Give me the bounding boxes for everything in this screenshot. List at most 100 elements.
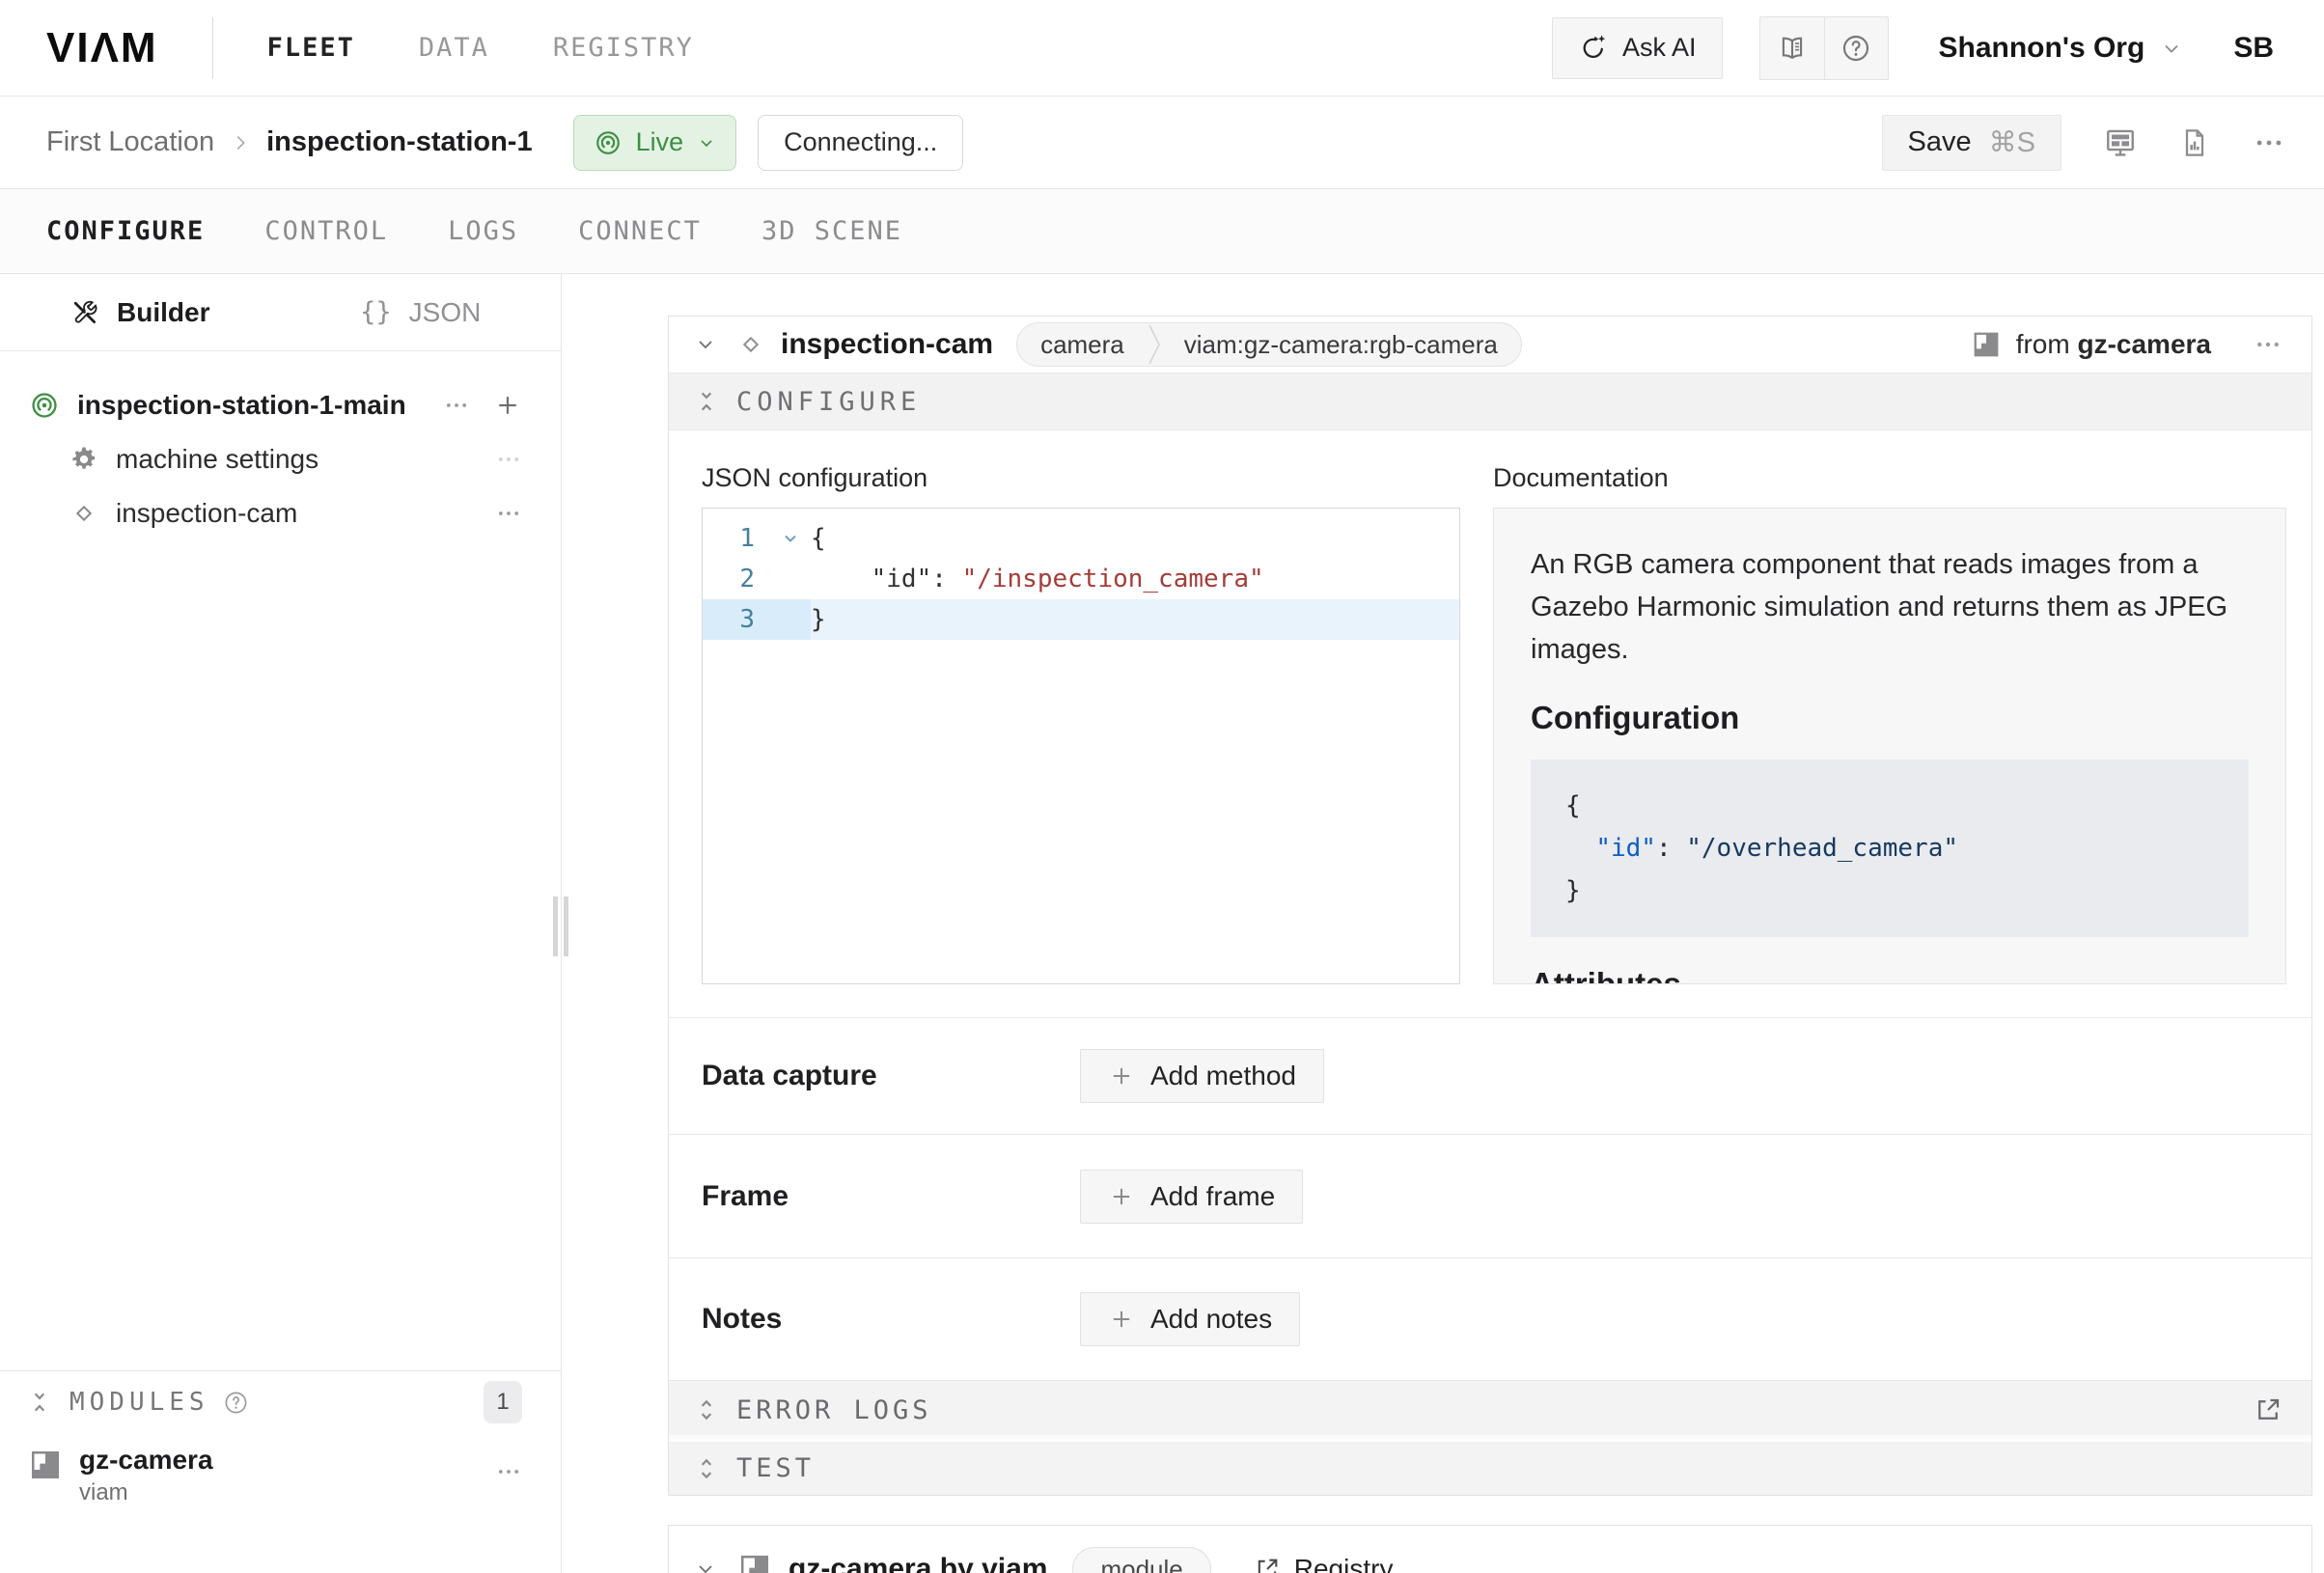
org-switcher[interactable]: Shannon's Org bbox=[1939, 32, 2184, 65]
data-capture-row: Data capture Add method bbox=[669, 1017, 2311, 1134]
machine-status-dropdown[interactable]: Live bbox=[573, 115, 737, 171]
plus-icon bbox=[1108, 1183, 1135, 1210]
tree-item-inspection-cam[interactable]: inspection-cam bbox=[0, 486, 561, 540]
json-mode-button[interactable]: {} JSON bbox=[281, 274, 562, 350]
tree-item-machine-settings[interactable]: machine settings bbox=[0, 432, 561, 486]
frame-label: Frame bbox=[702, 1180, 1080, 1213]
machine-bar: First Location inspection-station-1 Live… bbox=[0, 97, 2324, 189]
ask-ai-icon bbox=[1578, 33, 1609, 64]
from-module-name: gz-camera bbox=[2077, 329, 2211, 359]
tools-icon bbox=[70, 298, 99, 327]
machine-dashboard-button[interactable] bbox=[2104, 126, 2137, 159]
data-capture-label: Data capture bbox=[702, 1060, 1080, 1092]
tab-configure[interactable]: CONFIGURE bbox=[46, 216, 205, 246]
component-card-inspection-cam: inspection-cam camera viam:gz-camera:rgb… bbox=[668, 316, 2312, 1496]
machine-more-menu[interactable] bbox=[2253, 126, 2285, 159]
component-more-menu[interactable] bbox=[2254, 330, 2282, 359]
machine-settings-more-menu[interactable] bbox=[495, 446, 522, 473]
help-button-group bbox=[1759, 16, 1889, 80]
error-logs-section-header[interactable]: ERROR LOGS bbox=[669, 1380, 2311, 1439]
org-name: Shannon's Org bbox=[1939, 32, 2145, 65]
modules-section: MODULES 1 gz-camera viam bbox=[0, 1370, 561, 1573]
tab-logs[interactable]: LOGS bbox=[448, 216, 518, 246]
json-editor[interactable]: 1 { 2 "id": "/inspection_camera" bbox=[702, 508, 1460, 984]
open-logs-external-icon[interactable] bbox=[2254, 1395, 2282, 1424]
add-frame-button[interactable]: Add frame bbox=[1080, 1170, 1303, 1224]
collapse-icon bbox=[27, 1390, 52, 1415]
sidebar-resize-handle[interactable] bbox=[553, 897, 568, 956]
gear-icon bbox=[69, 445, 98, 474]
builder-mode-button[interactable]: Builder bbox=[0, 274, 281, 350]
module-icon bbox=[29, 1449, 62, 1481]
component-name: inspection-cam bbox=[781, 328, 993, 361]
breadcrumb-location[interactable]: First Location bbox=[46, 126, 214, 158]
module-badge: module bbox=[1072, 1547, 1210, 1573]
file-chart-icon bbox=[2179, 127, 2210, 158]
pill-separator-icon bbox=[1148, 323, 1161, 366]
add-method-button[interactable]: Add method bbox=[1080, 1049, 1324, 1103]
plus-icon bbox=[1108, 1062, 1135, 1090]
tab-connect[interactable]: CONNECT bbox=[578, 216, 702, 246]
add-component-button[interactable] bbox=[493, 391, 522, 420]
inspection-cam-more-menu[interactable] bbox=[495, 500, 522, 527]
viam-app: VIΛM FLEET DATA REGISTRY Ask AI bbox=[0, 0, 2324, 1573]
collapse-chevron-icon[interactable] bbox=[694, 1558, 717, 1573]
mode-toggle: Builder {} JSON bbox=[0, 274, 561, 351]
plus-icon bbox=[1108, 1306, 1135, 1333]
modules-count-badge: 1 bbox=[484, 1381, 522, 1423]
avatar[interactable]: SB bbox=[2233, 32, 2274, 65]
component-type-pill[interactable]: camera viam:gz-camera:rgb-camera bbox=[1016, 322, 1522, 367]
machine-report-button[interactable] bbox=[2179, 127, 2210, 158]
module-icon bbox=[1972, 330, 2001, 359]
expand-icon bbox=[694, 1456, 719, 1481]
connecting-button[interactable]: Connecting... bbox=[758, 115, 963, 171]
divider bbox=[212, 17, 213, 79]
documentation-label: Documentation bbox=[1493, 463, 2286, 492]
component-type: camera bbox=[1017, 323, 1148, 366]
ellipsis-icon bbox=[2253, 126, 2285, 159]
viam-logo[interactable]: VIΛM bbox=[46, 24, 158, 72]
nav-data[interactable]: DATA bbox=[419, 33, 489, 63]
configure-section-header[interactable]: CONFIGURE bbox=[669, 373, 2311, 430]
machine-part-icon bbox=[29, 390, 60, 421]
doc-attributes-heading: Attributes bbox=[1531, 966, 2249, 984]
machine-tabs: CONFIGURE CONTROL LOGS CONNECT 3D SCENE bbox=[0, 189, 2324, 274]
chevron-down-icon bbox=[2160, 37, 2183, 60]
nav-registry[interactable]: REGISTRY bbox=[553, 33, 694, 63]
save-button[interactable]: Save ⌘S bbox=[1882, 115, 2061, 171]
frame-row: Frame Add frame bbox=[669, 1134, 2311, 1257]
module-more-menu[interactable] bbox=[495, 1458, 522, 1485]
module-card-title: gz-camera by viam bbox=[788, 1553, 1047, 1573]
machine-name: inspection-station-1 bbox=[266, 126, 533, 158]
main-content: inspection-cam camera viam:gz-camera:rgb… bbox=[562, 274, 2324, 1573]
machine-part-tree: inspection-station-1-main machine settin… bbox=[0, 351, 561, 540]
add-notes-button[interactable]: Add notes bbox=[1080, 1292, 1300, 1346]
monitor-icon bbox=[2104, 126, 2137, 159]
doc-configuration-heading: Configuration bbox=[1531, 700, 2249, 736]
docs-button[interactable] bbox=[1760, 17, 1824, 79]
component-diamond-icon bbox=[736, 330, 765, 359]
module-card-header: gz-camera by viam module Registry bbox=[669, 1526, 2311, 1573]
nav-fleet[interactable]: FLEET bbox=[267, 33, 355, 63]
help-button[interactable] bbox=[1824, 17, 1888, 79]
tree-item-main-part[interactable]: inspection-station-1-main bbox=[0, 378, 561, 432]
status-badge: Live bbox=[636, 127, 684, 157]
top-bar: VIΛM FLEET DATA REGISTRY Ask AI bbox=[0, 0, 2324, 97]
tab-control[interactable]: CONTROL bbox=[264, 216, 388, 246]
registry-link[interactable]: Registry bbox=[1254, 1554, 1394, 1573]
test-section-header[interactable]: TEST bbox=[669, 1439, 2311, 1495]
collapse-chevron-icon[interactable] bbox=[694, 333, 717, 356]
module-list-item[interactable]: gz-camera viam bbox=[0, 1433, 561, 1506]
ask-ai-button[interactable]: Ask AI bbox=[1552, 17, 1723, 79]
modules-help-icon[interactable] bbox=[223, 1390, 249, 1416]
live-signal-icon bbox=[594, 128, 622, 157]
doc-code-block: { "id": "/overhead_camera" } bbox=[1531, 759, 2249, 937]
module-icon bbox=[738, 1553, 771, 1573]
doc-description: An RGB camera component that reads image… bbox=[1531, 543, 2249, 671]
fold-chevron-icon[interactable] bbox=[770, 518, 811, 559]
modules-header[interactable]: MODULES 1 bbox=[0, 1371, 561, 1433]
tab-3d-scene[interactable]: 3D SCENE bbox=[761, 216, 902, 246]
book-icon bbox=[1777, 33, 1808, 64]
config-sidebar: Builder {} JSON inspection-station-1-mai… bbox=[0, 274, 562, 1573]
part-more-menu[interactable] bbox=[443, 392, 470, 419]
